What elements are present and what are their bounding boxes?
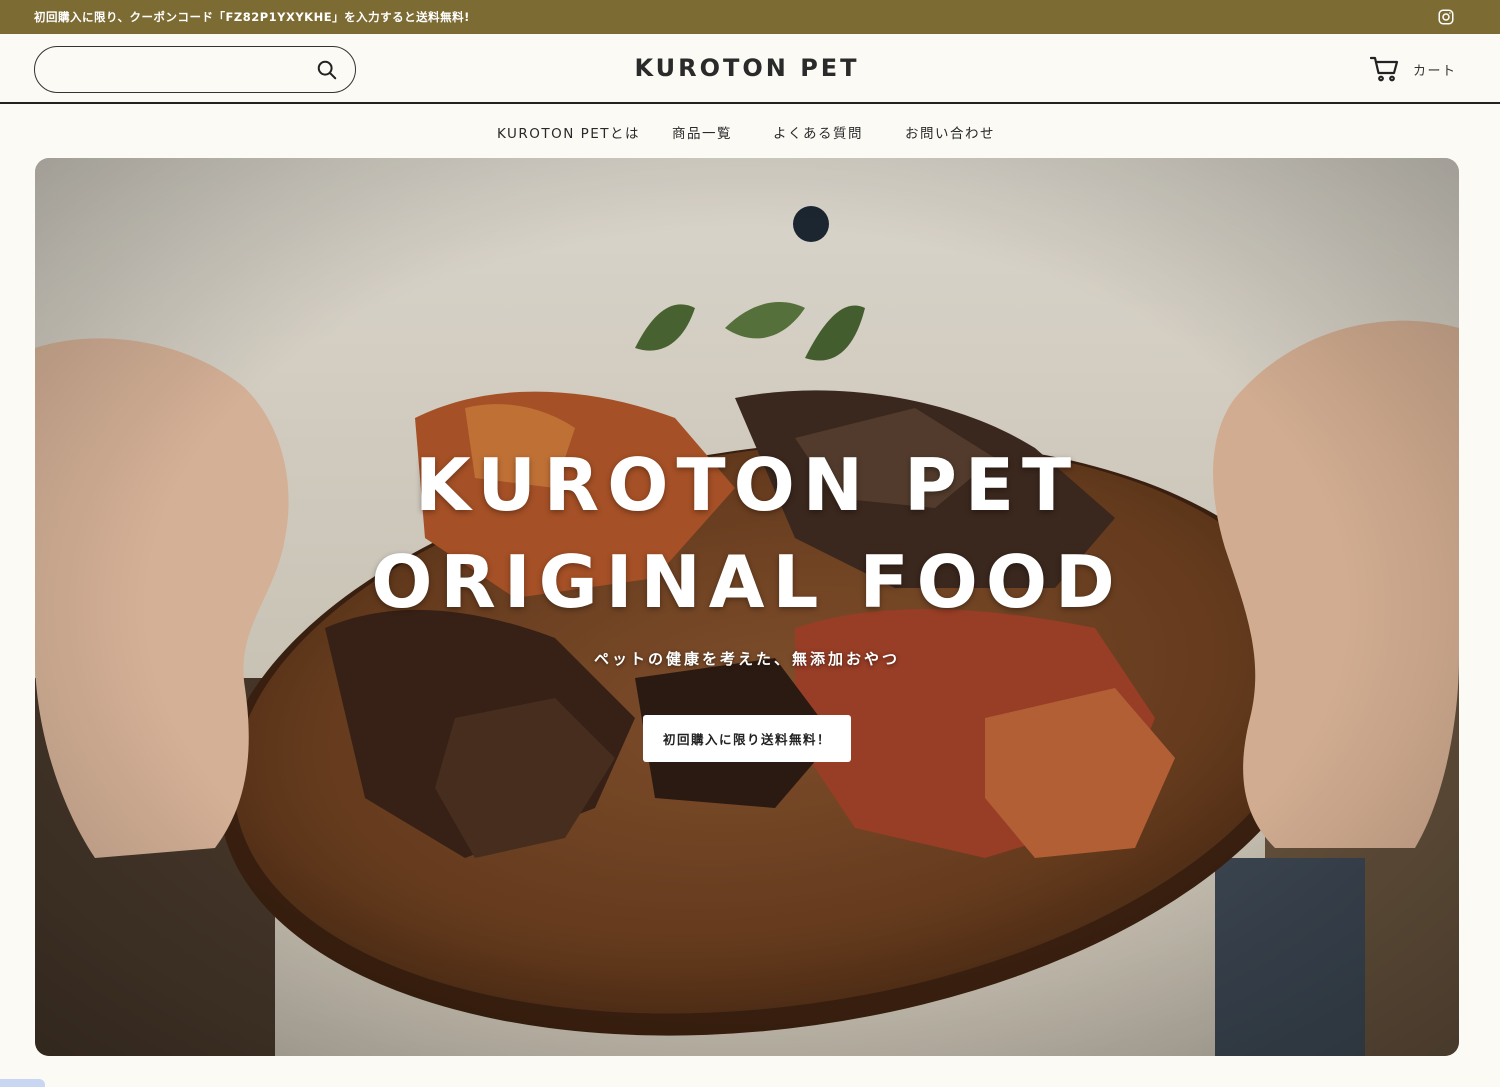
announcement-bar: 初回購入に限り、クーポンコード「FZ82P1YXYKHE」を入力すると送料無料! xyxy=(0,0,1500,34)
search-box xyxy=(34,46,356,93)
nav-item-contact[interactable]: お問い合わせ xyxy=(905,122,995,142)
hero-title-line2: ORIGINAL FOOD xyxy=(371,540,1123,624)
search-icon[interactable] xyxy=(316,59,338,81)
nav-item-faq[interactable]: よくある質問 xyxy=(773,122,863,142)
main-nav: KUROTON PETとは 商品一覧 よくある質問 お問い合わせ xyxy=(0,106,1500,156)
site-header: KUROTON PET カート xyxy=(0,34,1500,104)
instagram-icon[interactable] xyxy=(1437,8,1455,26)
hero-subtitle: ペットの健康を考えた、無添加おやつ xyxy=(593,650,900,668)
nav-item-about[interactable]: KUROTON PETとは xyxy=(497,122,640,142)
free-shipping-cta-button[interactable]: 初回購入に限り送料無料！ xyxy=(643,715,851,762)
search-input[interactable] xyxy=(53,57,303,83)
nav-item-products[interactable]: 商品一覧 xyxy=(672,122,732,142)
cart-button[interactable]: カート xyxy=(1370,54,1462,84)
hero-banner: KUROTON PET ORIGINAL FOOD ペットの健康を考えた、無添加… xyxy=(35,158,1459,1056)
announcement-text: 初回購入に限り、クーポンコード「FZ82P1YXYKHE」を入力すると送料無料! xyxy=(34,10,470,24)
floating-widget-tab[interactable] xyxy=(0,1079,45,1087)
cart-label: カート xyxy=(1413,64,1457,79)
cart-icon xyxy=(1370,56,1399,82)
hero-title-line1: KUROTON PET xyxy=(414,443,1080,527)
site-logo[interactable]: KUROTON PET xyxy=(560,54,934,86)
